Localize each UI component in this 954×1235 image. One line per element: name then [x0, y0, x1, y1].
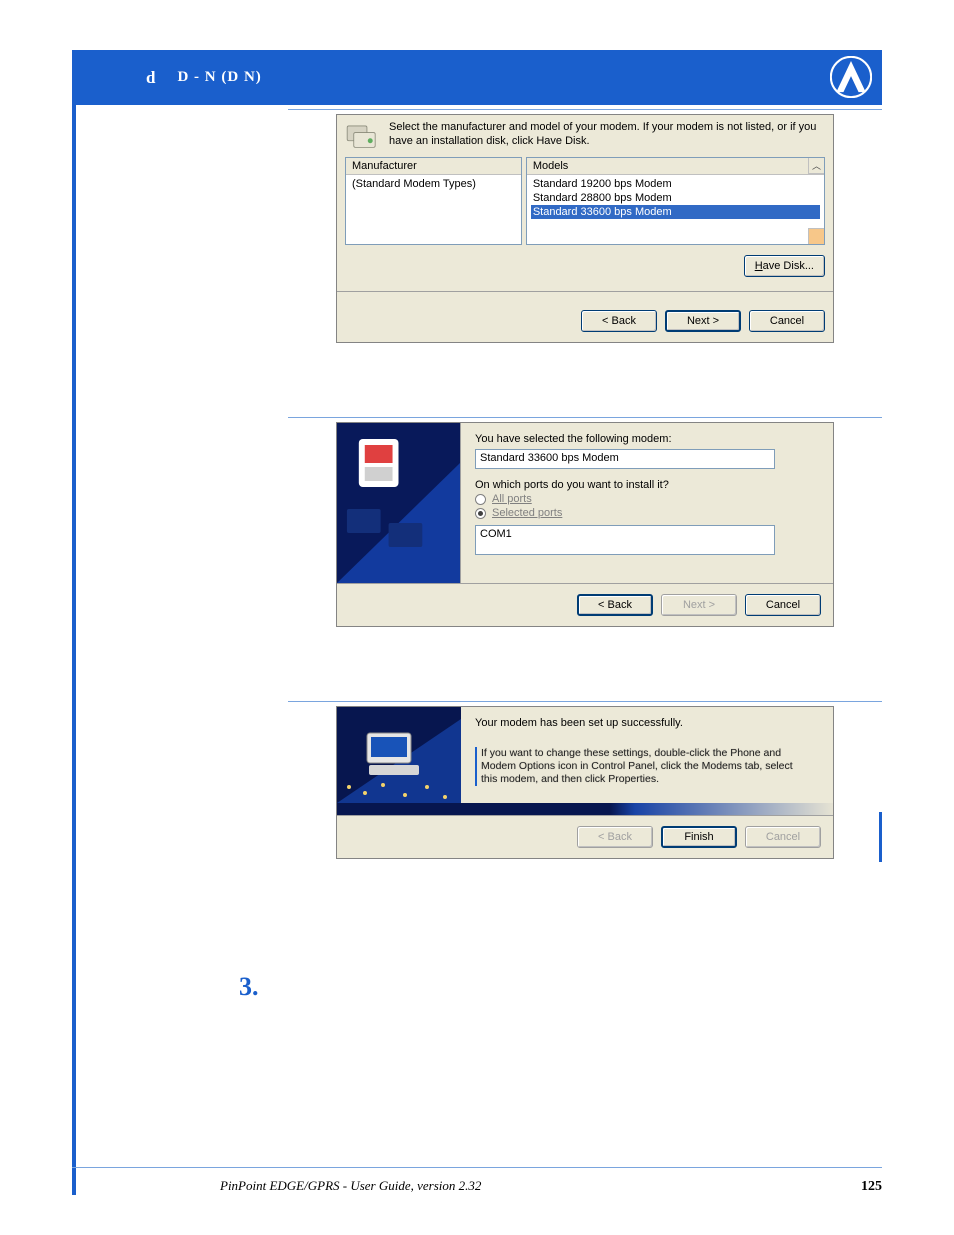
cancel-button[interactable]: Cancel: [745, 594, 821, 616]
manufacturer-listbox[interactable]: Manufacturer (Standard Modem Types): [345, 157, 522, 245]
next-button-disabled: Next >: [661, 594, 737, 616]
ports-question: On which ports do you want to install it…: [475, 479, 819, 491]
figure-finish: Your modem has been set up successfully.…: [288, 701, 882, 881]
step-3-heading: 3.: [239, 972, 259, 1002]
back-button[interactable]: < Back: [581, 310, 657, 332]
selected-modem-label: You have selected the following modem:: [475, 433, 819, 445]
have-disk-button[interactable]: Have Disk...: [744, 255, 825, 277]
model-item-28800[interactable]: Standard 28800 bps Modem: [531, 191, 820, 205]
model-item-19200[interactable]: Standard 19200 bps Modem: [531, 177, 820, 191]
header-prefix: d: [146, 68, 155, 88]
figure-com-port: You have selected the following modem: S…: [288, 417, 882, 649]
page-footer: PinPoint EDGE/GPRS - User Guide, version…: [220, 1178, 882, 1195]
models-header: Models: [527, 158, 824, 175]
settings-hint: If you want to change these settings, do…: [475, 747, 805, 786]
dialog-finish: Your modem has been set up successfully.…: [336, 706, 834, 859]
radio-all-ports[interactable]: All ports: [475, 493, 819, 505]
models-listbox[interactable]: Models ︿ Standard 19200 bps Modem Standa…: [526, 157, 825, 245]
next-button[interactable]: Next >: [665, 310, 741, 332]
brand-logo-icon: [830, 56, 872, 98]
dialog-com-port: You have selected the following modem: S…: [336, 422, 834, 627]
page-header: d D - N (D N): [76, 50, 882, 105]
footer-doc-title: PinPoint EDGE/GPRS - User Guide, version…: [220, 1178, 481, 1194]
scroll-thumb[interactable]: [808, 228, 824, 244]
selected-modem-field: Standard 33600 bps Modem: [475, 449, 775, 469]
scroll-up-icon[interactable]: ︿: [808, 158, 824, 174]
manufacturer-header: Manufacturer: [346, 158, 521, 175]
wizard-side-image: [337, 423, 461, 583]
cancel-button[interactable]: Cancel: [749, 310, 825, 332]
finish-button[interactable]: Finish: [661, 826, 737, 848]
wizard-side-image-finish: [337, 707, 461, 803]
dialog-intro-text: Select the manufacturer and model of you…: [389, 121, 825, 149]
cancel-button-disabled: Cancel: [745, 826, 821, 848]
right-accent-bar: [879, 812, 882, 862]
back-button[interactable]: < Back: [577, 594, 653, 616]
model-item-33600-selected[interactable]: Standard 33600 bps Modem: [531, 205, 820, 219]
port-listbox[interactable]: COM1: [475, 525, 775, 555]
footer-rule: [72, 1167, 882, 1168]
hardware-icon: [345, 121, 379, 149]
dialog-select-modem: Select the manufacturer and model of you…: [336, 114, 834, 343]
page-frame: d D - N (D N) Select the manufacturer an…: [72, 50, 882, 1195]
gradient-divider: [337, 803, 833, 815]
header-title: D - N (D N): [177, 69, 261, 86]
back-button-disabled: < Back: [577, 826, 653, 848]
figure-modem-selection: Select the manufacturer and model of you…: [288, 109, 882, 365]
manufacturer-item[interactable]: (Standard Modem Types): [350, 177, 517, 191]
success-message: Your modem has been set up successfully.: [475, 717, 825, 729]
radio-selected-ports[interactable]: Selected ports: [475, 507, 819, 519]
footer-page-number: 125: [861, 1179, 882, 1195]
